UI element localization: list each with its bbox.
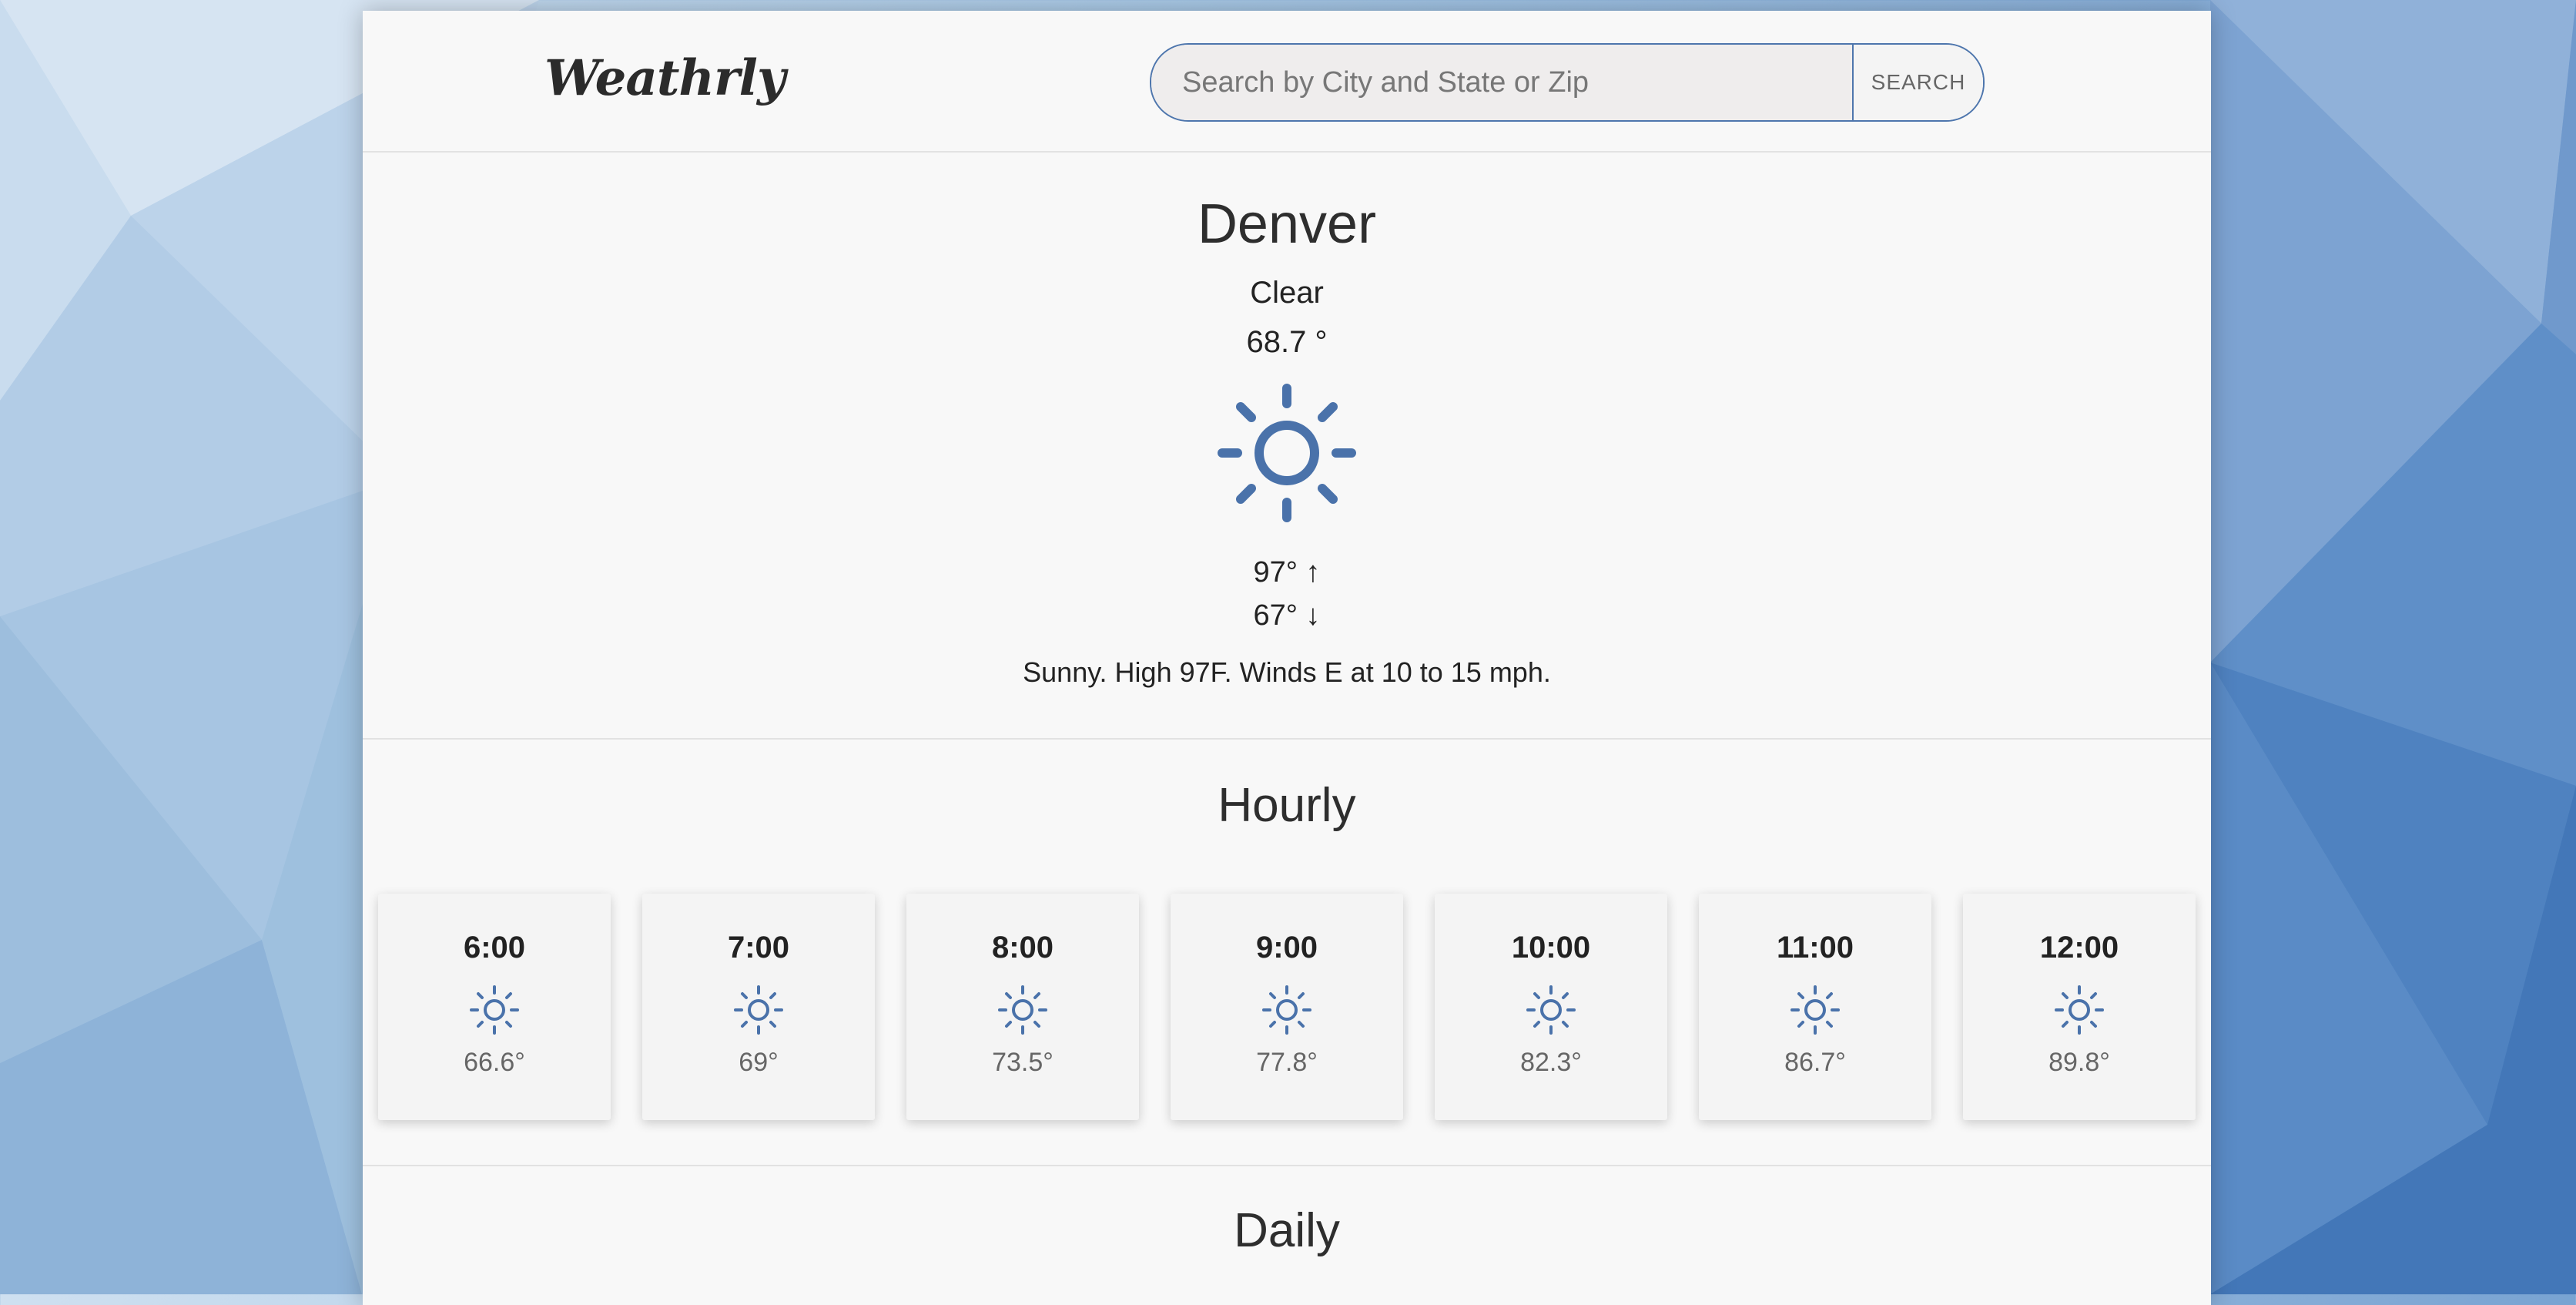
sun-icon (1790, 985, 1840, 1035)
hourly-cards: 6:00 66.6° 7:00 69° 8:00 73.5° 9:00 77.8… (378, 894, 2196, 1122)
hourly-card: 9:00 77.8° (1171, 894, 1403, 1120)
app-logo[interactable]: Weathrly (544, 49, 786, 107)
high-temperature: 97° ↑ (1253, 556, 1321, 589)
hourly-temp: 82.3° (1520, 1048, 1582, 1077)
hourly-time: 10:00 (1511, 931, 1591, 964)
city-name: Denver (1197, 193, 1377, 255)
hourly-time: 8:00 (991, 931, 1054, 964)
search-bar: SEARCH (1150, 43, 1985, 122)
hourly-time: 7:00 (727, 931, 790, 964)
hourly-temp: 77.8° (1256, 1048, 1318, 1077)
sun-icon (734, 985, 783, 1035)
hourly-card: 10:00 82.3° (1435, 894, 1667, 1120)
hourly-time: 11:00 (1776, 931, 1854, 964)
hourly-time: 6:00 (463, 931, 526, 964)
sun-icon (1526, 985, 1576, 1035)
main-panel: Weathrly SEARCH Denver Clear 68.7 ° 97° … (363, 11, 2211, 1305)
sun-icon (470, 985, 519, 1035)
hourly-temp: 89.8° (2048, 1048, 2110, 1077)
hourly-card: 7:00 69° (642, 894, 875, 1120)
hourly-temp: 69° (739, 1048, 779, 1077)
current-condition: Clear (1250, 276, 1324, 310)
daily-title: Daily (1234, 1204, 1340, 1257)
daily-section: Daily (363, 1166, 2211, 1305)
sun-icon (1218, 384, 1356, 522)
low-temperature: 67° ↓ (1253, 599, 1321, 632)
sun-icon (998, 985, 1047, 1035)
hourly-title: Hourly (1218, 779, 1356, 832)
hourly-time: 9:00 (1255, 931, 1318, 964)
hourly-card: 12:00 89.8° (1963, 894, 2196, 1120)
current-weather: Denver Clear 68.7 ° 97° ↑ 67° ↓ Sunny. H… (363, 153, 2211, 740)
hourly-card: 8:00 73.5° (906, 894, 1139, 1120)
sun-icon (2055, 985, 2104, 1035)
hourly-card: 6:00 66.6° (378, 894, 611, 1120)
hourly-section: Hourly 6:00 66.6° 7:00 69° 8:00 73.5° 9:… (363, 740, 2211, 1166)
header: Weathrly SEARCH (363, 11, 2211, 153)
current-temperature: 68.7 ° (1246, 325, 1328, 359)
hourly-temp: 86.7° (1784, 1048, 1846, 1077)
sun-icon (1262, 985, 1311, 1035)
hourly-card: 11:00 86.7° (1699, 894, 1931, 1120)
hourly-temp: 66.6° (464, 1048, 525, 1077)
hourly-time: 12:00 (2039, 931, 2119, 964)
search-input[interactable] (1151, 45, 1852, 120)
hourly-temp: 73.5° (992, 1048, 1054, 1077)
weather-summary: Sunny. High 97F. Winds E at 10 to 15 mph… (1023, 656, 1551, 688)
search-button[interactable]: SEARCH (1852, 45, 1983, 120)
